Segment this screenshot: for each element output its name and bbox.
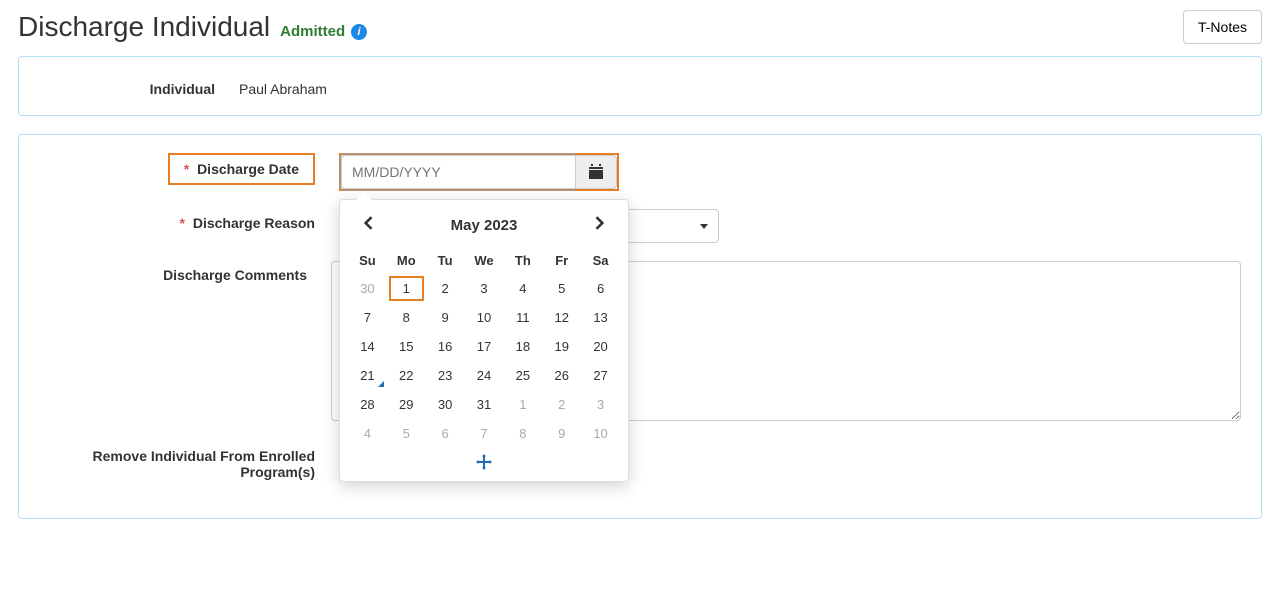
page-title: Discharge Individual bbox=[18, 11, 270, 43]
datepicker-day-cell[interactable]: 26 bbox=[542, 361, 581, 390]
remove-programs-label: Remove Individual From Enrolled Program(… bbox=[39, 442, 339, 480]
datepicker-day-cell[interactable]: 5 bbox=[387, 419, 426, 448]
datepicker-dow-cell: Mo bbox=[387, 247, 426, 274]
datepicker-popup: May 2023 SuMoTuWeThFrSa 3012345678910111… bbox=[339, 199, 629, 482]
individual-name: Paul Abraham bbox=[239, 75, 1241, 97]
datepicker-day-cell[interactable]: 12 bbox=[542, 303, 581, 332]
datepicker-day-cell[interactable]: 28 bbox=[348, 390, 387, 419]
datepicker-day-cell[interactable]: 9 bbox=[542, 419, 581, 448]
chevron-left-icon bbox=[362, 216, 374, 230]
individual-label: Individual bbox=[39, 75, 239, 97]
datepicker-day-cell[interactable]: 31 bbox=[465, 390, 504, 419]
datepicker-day-cell[interactable]: 8 bbox=[387, 303, 426, 332]
datepicker-day-cell[interactable]: 6 bbox=[426, 419, 465, 448]
datepicker-day-cell[interactable]: 27 bbox=[581, 361, 620, 390]
datepicker-day-cell[interactable]: 3 bbox=[581, 390, 620, 419]
discharge-comments-label: Discharge Comments bbox=[39, 261, 331, 283]
status-badge: Admitted bbox=[280, 23, 345, 40]
datepicker-dow-cell: Su bbox=[348, 247, 387, 274]
datepicker-header: May 2023 bbox=[348, 210, 620, 247]
info-icon[interactable]: i bbox=[351, 24, 367, 40]
datepicker-day-cell[interactable]: 11 bbox=[503, 303, 542, 332]
page-header: Discharge Individual Admitted i T-Notes bbox=[18, 10, 1262, 44]
required-asterisk: * bbox=[179, 215, 184, 231]
date-input-group bbox=[339, 153, 619, 191]
discharge-date-field: May 2023 SuMoTuWeThFrSa 3012345678910111… bbox=[339, 153, 1241, 191]
datepicker-day-cell[interactable]: 18 bbox=[503, 332, 542, 361]
next-month-button[interactable] bbox=[588, 214, 612, 237]
datepicker-day-cell[interactable]: 3 bbox=[465, 274, 504, 303]
status-wrap: Admitted i bbox=[280, 23, 367, 40]
datepicker-day-cell[interactable]: 30 bbox=[348, 274, 387, 303]
discharge-reason-label: Discharge Reason bbox=[193, 215, 315, 231]
datepicker-day-cell[interactable]: 1 bbox=[503, 390, 542, 419]
datepicker-dow-cell: Sa bbox=[581, 247, 620, 274]
datepicker-dow-cell: Th bbox=[503, 247, 542, 274]
datepicker-month-title[interactable]: May 2023 bbox=[451, 217, 518, 234]
datepicker-dow-cell: Tu bbox=[426, 247, 465, 274]
datepicker-day-cell[interactable]: 4 bbox=[503, 274, 542, 303]
datepicker-dow-cell: We bbox=[465, 247, 504, 274]
discharge-date-label-highlight: * Discharge Date bbox=[168, 153, 315, 185]
datepicker-day-cell[interactable]: 1 bbox=[387, 274, 426, 303]
datepicker-day-cell[interactable]: 23 bbox=[426, 361, 465, 390]
datepicker-dow-cell: Fr bbox=[542, 247, 581, 274]
datepicker-day-cell[interactable]: 17 bbox=[465, 332, 504, 361]
discharge-date-input[interactable] bbox=[341, 155, 575, 189]
move-icon bbox=[476, 454, 492, 473]
form-panel: * Discharge Date May 2023 bbox=[18, 134, 1262, 519]
discharge-reason-label-col: * Discharge Reason bbox=[39, 209, 339, 231]
datepicker-day-cell[interactable]: 10 bbox=[581, 419, 620, 448]
datepicker-day-cell[interactable]: 19 bbox=[542, 332, 581, 361]
calendar-icon bbox=[588, 164, 604, 180]
discharge-date-label: Discharge Date bbox=[197, 161, 299, 177]
datepicker-day-cell[interactable]: 7 bbox=[465, 419, 504, 448]
datepicker-day-cell[interactable]: 8 bbox=[503, 419, 542, 448]
datepicker-day-cell[interactable]: 4 bbox=[348, 419, 387, 448]
datepicker-day-cell[interactable]: 29 bbox=[387, 390, 426, 419]
datepicker-day-cell[interactable]: 6 bbox=[581, 274, 620, 303]
datepicker-day-cell[interactable]: 14 bbox=[348, 332, 387, 361]
chevron-down-icon bbox=[700, 224, 708, 229]
individual-panel: Individual Paul Abraham bbox=[18, 56, 1262, 116]
datepicker-day-cell[interactable]: 15 bbox=[387, 332, 426, 361]
datepicker-day-cell[interactable]: 22 bbox=[387, 361, 426, 390]
datepicker-day-cell[interactable]: 20 bbox=[581, 332, 620, 361]
datepicker-day-grid: 3012345678910111213141516171819202122232… bbox=[348, 274, 620, 448]
datepicker-dayofweek-row: SuMoTuWeThFrSa bbox=[348, 247, 620, 274]
calendar-toggle-button[interactable] bbox=[575, 155, 617, 189]
datepicker-move-handle[interactable] bbox=[348, 448, 620, 473]
datepicker-day-cell[interactable]: 10 bbox=[465, 303, 504, 332]
title-wrap: Discharge Individual Admitted i bbox=[18, 11, 367, 43]
datepicker-day-cell[interactable]: 24 bbox=[465, 361, 504, 390]
chevron-right-icon bbox=[594, 216, 606, 230]
datepicker-day-cell[interactable]: 25 bbox=[503, 361, 542, 390]
datepicker-day-cell[interactable]: 9 bbox=[426, 303, 465, 332]
datepicker-day-cell[interactable]: 13 bbox=[581, 303, 620, 332]
datepicker-day-cell[interactable]: 7 bbox=[348, 303, 387, 332]
datepicker-day-cell[interactable]: 16 bbox=[426, 332, 465, 361]
datepicker-day-cell[interactable]: 21 bbox=[348, 361, 387, 390]
required-asterisk: * bbox=[184, 161, 189, 177]
discharge-date-label-col: * Discharge Date bbox=[39, 153, 339, 185]
prev-month-button[interactable] bbox=[356, 214, 380, 237]
datepicker-day-cell[interactable]: 2 bbox=[542, 390, 581, 419]
datepicker-day-cell[interactable]: 30 bbox=[426, 390, 465, 419]
datepicker-day-cell[interactable]: 5 bbox=[542, 274, 581, 303]
datepicker-day-cell[interactable]: 2 bbox=[426, 274, 465, 303]
tnotes-button[interactable]: T-Notes bbox=[1183, 10, 1262, 44]
